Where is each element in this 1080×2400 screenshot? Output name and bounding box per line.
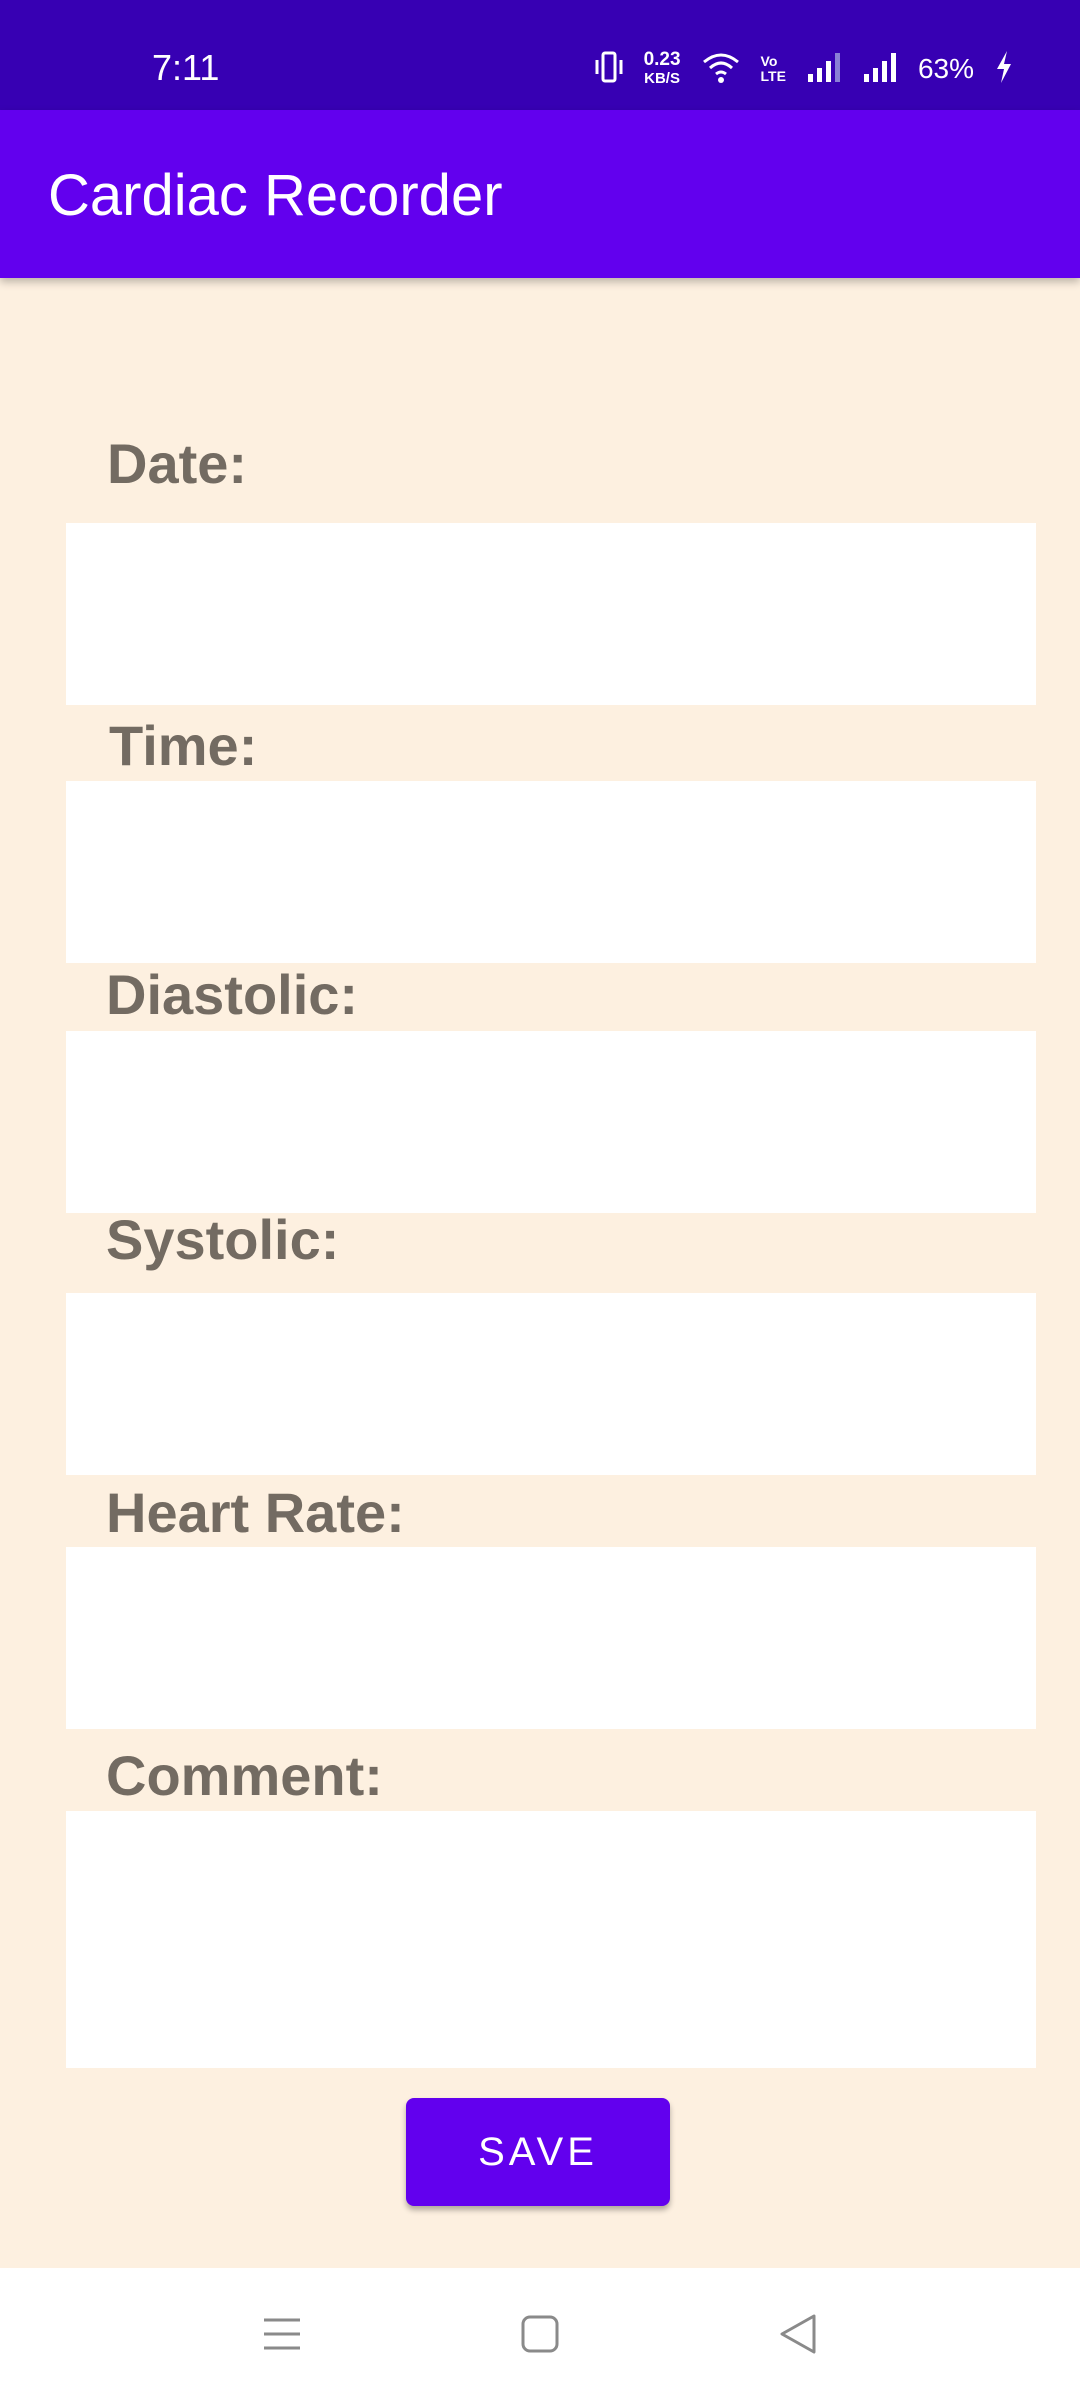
signal-icon: [806, 50, 842, 89]
time-label: Time:: [109, 714, 258, 777]
signal-icon: [862, 50, 898, 89]
save-button[interactable]: SAVE: [406, 2098, 670, 2206]
navigation-bar: [0, 2268, 1080, 2400]
systolic-input[interactable]: [66, 1293, 1036, 1475]
diastolic-label: Diastolic:: [106, 963, 359, 1026]
comment-label: Comment:: [106, 1744, 383, 1807]
volte-indicator: Vo LTE: [761, 54, 786, 84]
battery-percent: 63%: [917, 53, 974, 84]
time-input[interactable]: [66, 781, 1036, 963]
menu-icon[interactable]: [262, 2312, 302, 2361]
back-icon[interactable]: [778, 2312, 818, 2361]
systolic-label: Systolic:: [106, 1208, 340, 1271]
heart-rate-input[interactable]: [66, 1547, 1036, 1729]
home-icon[interactable]: [520, 2312, 560, 2361]
net-speed-unit: KB/S: [644, 70, 680, 87]
net-speed-value: 0.23: [643, 49, 681, 70]
volte-top: Vo: [760, 53, 778, 69]
volte-bottom: LTE: [760, 68, 786, 84]
status-icons: 0.23 KB/S Vo LTE 63%: [594, 44, 1014, 94]
app-title: Cardiac Recorder: [48, 163, 503, 228]
net-speed: 0.23 KB/S: [644, 50, 681, 88]
app-bar: Cardiac Recorder: [0, 110, 1080, 278]
date-label: Date:: [107, 432, 248, 495]
comment-input[interactable]: [66, 1811, 1036, 2068]
wifi-icon: [701, 50, 741, 89]
heart-rate-label: Heart Rate:: [106, 1481, 405, 1544]
status-time: 7:11: [152, 47, 220, 88]
vibrate-icon: [594, 50, 624, 89]
charging-icon: [994, 50, 1014, 89]
status-bar: 7:11 0.23 KB/S Vo LTE 63%: [0, 0, 1080, 110]
diastolic-input[interactable]: [66, 1031, 1036, 1213]
date-input[interactable]: [66, 523, 1036, 705]
